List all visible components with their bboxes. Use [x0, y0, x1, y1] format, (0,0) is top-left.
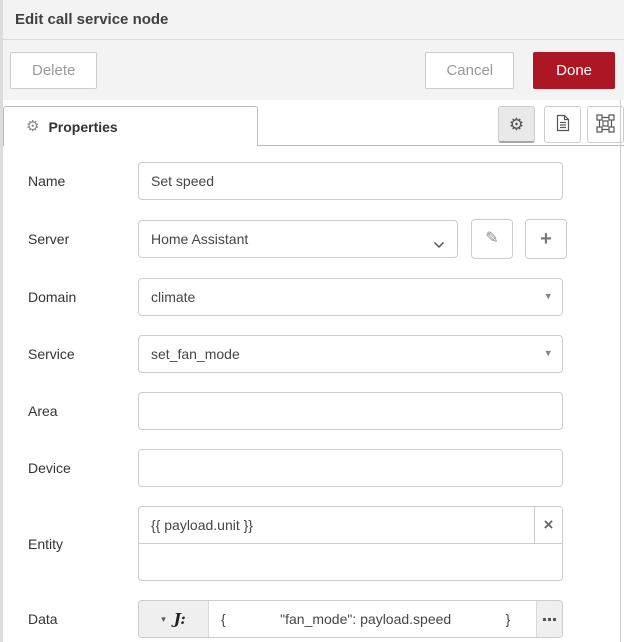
- area-label: Area: [28, 403, 58, 419]
- dialog-header: Edit call service node: [3, 0, 624, 40]
- data-label: Data: [28, 611, 58, 627]
- form-row-data: Data ▾ J:: [28, 600, 624, 638]
- service-autocomplete: ▾: [138, 335, 563, 373]
- server-select[interactable]: Home Assistant: [138, 220, 458, 258]
- properties-gear-button[interactable]: ⚙: [498, 106, 535, 143]
- server-select-value: Home Assistant: [151, 231, 249, 247]
- device-label: Device: [28, 460, 71, 476]
- editor-tab-bar: ⚙ Properties ⚙: [3, 100, 624, 146]
- form-row-service: Service ▾: [28, 335, 624, 373]
- remove-entity-button[interactable]: ×: [534, 507, 562, 543]
- entity-list-empty-area: [139, 544, 562, 580]
- expand-expression-button[interactable]: [536, 601, 562, 637]
- edit-server-button[interactable]: ✎: [471, 219, 513, 259]
- chevron-down-icon: [433, 236, 445, 254]
- name-label: Name: [28, 173, 66, 189]
- ellipsis-icon: [543, 617, 546, 621]
- entity-label: Entity: [28, 535, 64, 552]
- caret-down-icon: ▾: [161, 613, 166, 624]
- entity-value-input[interactable]: {{ payload.unit }}: [139, 507, 534, 543]
- form-row-server: Server Home Assistant ✎ +: [28, 219, 624, 259]
- name-input[interactable]: [138, 162, 563, 200]
- close-icon: ×: [543, 515, 554, 534]
- cancel-button[interactable]: Cancel: [425, 51, 515, 89]
- dialog-toolbar: Delete Cancel Done: [3, 40, 624, 100]
- form-row-entity: Entity {{ payload.unit }} ×: [28, 506, 624, 581]
- area-input[interactable]: [138, 392, 563, 430]
- server-label: Server: [28, 231, 70, 247]
- editor-icon-buttons: ⚙: [498, 106, 624, 143]
- data-type-selector[interactable]: ▾ J:: [139, 601, 209, 637]
- entity-editable-list: {{ payload.unit }} ×: [138, 506, 563, 581]
- edit-node-dialog: Edit call service node Delete Cancel Don…: [3, 0, 624, 642]
- tab-properties-label: Properties: [48, 118, 118, 135]
- domain-label: Domain: [28, 289, 77, 305]
- description-button[interactable]: [544, 106, 581, 143]
- tab-properties[interactable]: ⚙ Properties: [3, 106, 258, 146]
- dialog-title: Edit call service node: [15, 11, 169, 28]
- device-input[interactable]: [138, 449, 563, 487]
- document-icon: [555, 114, 571, 135]
- form-row-area: Area: [28, 392, 624, 430]
- jsonata-type-icon: J:: [173, 609, 186, 628]
- gear-icon: ⚙: [508, 114, 525, 134]
- tray-right-edge: [620, 100, 621, 642]
- appearance-icon: [596, 113, 615, 136]
- domain-autocomplete: ▾: [138, 278, 563, 316]
- done-button[interactable]: Done: [533, 51, 615, 89]
- form-row-device: Device: [28, 449, 624, 487]
- service-label: Service: [28, 346, 75, 362]
- service-input[interactable]: [138, 335, 563, 373]
- form-row-name: Name: [28, 162, 624, 200]
- entity-list-item: {{ payload.unit }} ×: [139, 507, 562, 544]
- data-typed-input: ▾ J:: [138, 600, 563, 638]
- delete-button[interactable]: Delete: [10, 51, 98, 89]
- data-value-input[interactable]: [209, 601, 536, 637]
- tray-left-edge: [0, 0, 3, 642]
- add-server-button[interactable]: +: [525, 219, 567, 259]
- plus-icon: +: [540, 228, 552, 250]
- form-row-domain: Domain ▾: [28, 278, 624, 316]
- domain-input[interactable]: [138, 278, 563, 316]
- pencil-icon: ✎: [485, 230, 499, 247]
- appearance-button[interactable]: [587, 106, 624, 143]
- properties-form: Name Server Home Assistant ✎ + Domain ▾: [3, 162, 624, 638]
- gear-icon: ⚙: [26, 118, 40, 135]
